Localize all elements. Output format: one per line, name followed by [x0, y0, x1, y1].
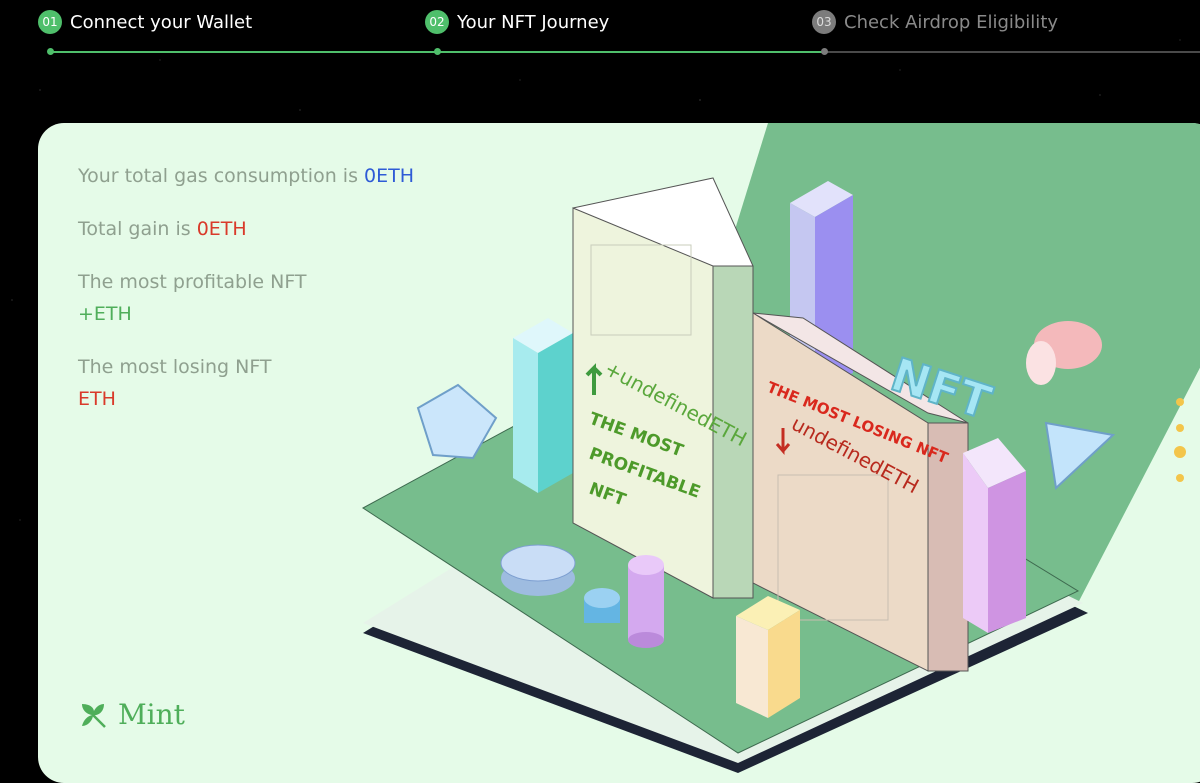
carousel-dot-active[interactable]	[1174, 446, 1186, 458]
step-label: Check Airdrop Eligibility	[844, 11, 1059, 33]
gain-value: 0ETH	[196, 218, 247, 240]
small-cylinder-top	[584, 588, 620, 608]
blue-disc-top	[500, 544, 576, 582]
mint-leaf-icon	[82, 703, 106, 728]
cyan-column-right	[538, 333, 573, 493]
mint-logo: Mint	[78, 698, 185, 731]
yellow-box-left	[736, 616, 768, 718]
total-gain-line: Total gain is 0ETH	[78, 216, 247, 242]
step-airdrop-eligibility[interactable]: 03 Check Airdrop Eligibility	[812, 10, 1058, 34]
brand-name: Mint	[118, 698, 185, 731]
progress-stepper: 01 Connect your Wallet 02 Your NFT Journ…	[0, 0, 1200, 70]
purple-cylinder-top	[628, 555, 664, 575]
cyan-column-left	[513, 338, 538, 493]
carousel-dot[interactable]	[1176, 398, 1184, 406]
progress-dot	[47, 48, 54, 55]
gas-consumption-line: Your total gas consumption is 0ETH	[78, 163, 414, 189]
profitable-label: The most profitable NFT	[78, 271, 307, 293]
step-number: 01	[38, 10, 62, 34]
carousel-dot[interactable]	[1176, 474, 1184, 482]
step-nft-journey[interactable]: 02 Your NFT Journey	[425, 10, 609, 34]
gas-label: Your total gas consumption is	[78, 165, 365, 187]
step-number: 02	[425, 10, 449, 34]
losing-value: ETH	[78, 388, 116, 410]
progress-track-remaining	[825, 51, 1200, 53]
pink-cylinder-cap	[1026, 341, 1056, 385]
step-label: Your NFT Journey	[457, 11, 610, 33]
progress-dot	[434, 48, 441, 55]
step-label: Connect your Wallet	[70, 11, 253, 33]
progress-dot	[821, 48, 828, 55]
pink-column-right	[988, 471, 1026, 633]
gain-label: Total gain is	[78, 218, 197, 240]
losing-label: The most losing NFT	[78, 356, 272, 378]
carousel-dot[interactable]	[1176, 424, 1184, 432]
nft-journey-card: +undefinedETH THE MOST PROFITABLE NFT TH…	[38, 123, 1200, 783]
step-number: 03	[812, 10, 836, 34]
profitable-value: +ETH	[78, 303, 132, 325]
purple-cylinder	[628, 565, 664, 640]
gas-value: 0ETH	[364, 165, 415, 187]
step-connect-wallet[interactable]: 01 Connect your Wallet	[38, 10, 252, 34]
purple-cylinder-base	[628, 632, 664, 648]
